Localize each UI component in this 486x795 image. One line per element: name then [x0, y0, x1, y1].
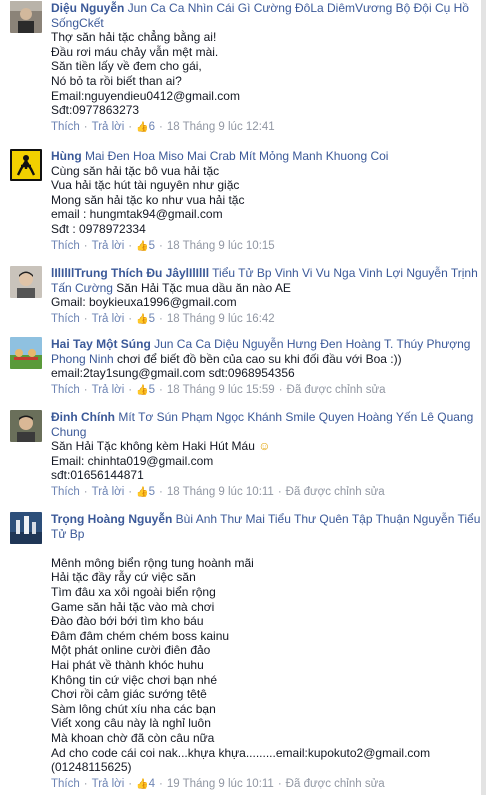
avatar[interactable]	[10, 337, 42, 369]
comment-text-line: Đâm đâm chém chém boss kainu	[51, 628, 230, 643]
avatar[interactable]	[10, 1, 42, 33]
thumbs-up-icon: 👍	[136, 486, 149, 498]
tagged-friends[interactable]: Jun Ca Ca Diệu Nguyễn Hưng Đen Hoàng T. …	[151, 337, 470, 351]
comment-text-line: Gmail: boykieuxa1996@gmail.com	[51, 295, 237, 310]
timestamp[interactable]: 18 Tháng 9 lúc 12:41	[167, 121, 275, 133]
reply-link[interactable]: Trả lời	[92, 486, 125, 498]
comment-text-line: Săn Hải Tặc không kèm Haki Hút Máu	[51, 439, 255, 454]
comment-actions: Thích · Trả lời · 👍6 · 18 Tháng 9 lúc 12:41	[51, 120, 275, 133]
comment-text-line: Game săn hải tặc vào mà chơi	[51, 599, 215, 614]
comment-text-line: Viết xong câu này là nghỉ luôn	[51, 716, 211, 731]
tagged-friends[interactable]: Tấn Cường	[51, 281, 113, 295]
timestamp[interactable]: 18 Tháng 9 lúc 10:11	[167, 486, 274, 498]
avatar[interactable]	[10, 410, 42, 442]
tagged-friends[interactable]: Jun Ca Ca Nhìn Cái Gì Cường ĐôLa DiêmVươ…	[124, 1, 469, 15]
edited-label[interactable]: Đã được chỉnh sửa	[286, 486, 385, 498]
commenter-name[interactable]: lIlIlIlTrung Thích Đu JâylIlIlIl	[51, 266, 209, 280]
thumbs-up-icon: 👍	[136, 778, 149, 790]
like-link[interactable]: Thích	[51, 121, 80, 133]
comment-text-line: Hai phát về thành khóc huhu	[51, 657, 204, 672]
timestamp[interactable]: 19 Tháng 9 lúc 10:11	[167, 778, 274, 790]
comment-text-line: sđt:01656144871	[51, 468, 144, 483]
comment-text: Săn Hải Tặc mua dầu ăn nào AE	[112, 280, 291, 295]
comment-text-line: Thợ săn hải tặc chẳng bằng ai!	[51, 30, 217, 45]
comment-actions: Thích · Trả lời · 👍5 · 18 Tháng 9 lúc 10:15	[51, 239, 275, 252]
comment-text-line: Mênh mông biển rộng tung hoành mãi	[51, 555, 254, 570]
comment-text-line: Vua hải tặc hút tài nguyên như giặc	[51, 178, 240, 193]
comment-text-line: Hải tặc đầy rẫy cứ việc săn	[51, 570, 196, 585]
comment-text-line: Một phát online cười điên đảo	[51, 643, 211, 658]
like-link[interactable]: Thích	[51, 384, 80, 396]
comment-text-line: Sđt : 0978972334	[51, 221, 146, 236]
thumbs-up-icon: 👍	[136, 240, 149, 252]
comment-text-line: (01248115625)	[51, 760, 132, 775]
comment-text-line: Mà khoan chờ đã còn câu nữa	[51, 730, 215, 745]
comment-text-line: Email: chinhta019@gmail.com	[51, 453, 214, 468]
comment-text-line: Tìm đâu xa xôi ngoài biển rộng	[51, 584, 216, 599]
like-count[interactable]: 5	[149, 384, 155, 396]
comment-text-line: Không tin cứ việc chơi bạn nhé	[51, 672, 218, 687]
scrollbar[interactable]	[481, 0, 486, 795]
reply-link[interactable]: Trả lời	[92, 384, 125, 396]
comment-text-line: Đầu rơi máu chảy vẫn mệt mài.	[51, 44, 219, 59]
scrollbar-thumb[interactable]	[481, 0, 486, 795]
timestamp[interactable]: 18 Tháng 9 lúc 15:59	[167, 384, 275, 396]
tagged-friends[interactable]: SốngCkết	[51, 16, 104, 30]
timestamp[interactable]: 18 Tháng 9 lúc 10:15	[167, 240, 275, 252]
comment-text-line: Săn tiền lấy về đem cho gái,	[51, 59, 202, 74]
like-count[interactable]: 5	[149, 240, 155, 252]
edited-label[interactable]: Đã được chỉnh sửa	[286, 778, 385, 790]
comment-actions: Thích · Trả lời · 👍5 · 18 Tháng 9 lúc 15:59 · Đã…	[51, 383, 386, 396]
tagged-friends[interactable]: Tiểu Tử Bp Vinh Vi Vu Nga Vinh Lợi Nguyễ…	[209, 266, 478, 280]
comment-text-line: email : hungmtak94@gmail.com	[51, 207, 223, 222]
comment-text-line: Mong săn hải tặc ko như vua hải tặc	[51, 192, 245, 207]
tagged-friends[interactable]: Phong Ninh	[51, 352, 114, 366]
reply-link[interactable]: Trả lời	[92, 240, 125, 252]
like-link[interactable]: Thích	[51, 240, 80, 252]
like-link[interactable]: Thích	[51, 313, 80, 325]
comment-text-line: Sàm lông chút xíu nha các bạn	[51, 701, 216, 716]
reply-link[interactable]: Trả lời	[92, 778, 125, 790]
thumbs-up-icon: 👍	[136, 121, 149, 133]
tagged-friends[interactable]: Bùi Anh Thư Mai Tiểu Thư Quên Tập	[172, 512, 373, 526]
tagged-friends[interactable]: Mai Đen Hoa Miso Mai Crab Mít Mỏng Manh …	[82, 149, 388, 163]
like-link[interactable]: Thích	[51, 778, 80, 790]
comment-text-line: Email:nguyendieu0412@gmail.com	[51, 88, 240, 103]
comment-actions: Thích · Trả lời · 👍5 · 18 Tháng 9 lúc 10:11 · Đã…	[51, 485, 385, 498]
commenter-name[interactable]: Hùng	[51, 149, 82, 163]
comment-text: chơi để biết đồ bền của cao su khi đối đ…	[113, 351, 402, 366]
timestamp[interactable]: 18 Tháng 9 lúc 16:42	[167, 313, 275, 325]
comment-text-line: Cùng săn hải tặc bô vua hải tặc	[51, 163, 220, 178]
comment-text-line: Sđt:0977863273	[51, 103, 140, 118]
thumbs-up-icon: 👍	[136, 313, 149, 325]
comment-text-line: Nó bỏ ta rồi biết than ai?	[51, 73, 182, 88]
like-link[interactable]: Thích	[51, 486, 80, 498]
like-count[interactable]: 5	[149, 486, 155, 498]
commenter-name[interactable]: Hai Tay Một Súng	[51, 337, 151, 351]
tagged-friends[interactable]: Thuận Nguyễn Tiểu	[373, 512, 481, 526]
tagged-friends[interactable]: Chung	[51, 425, 86, 439]
comment-text-line: Ad cho code cái coi nak...khựa khựa.....…	[51, 745, 431, 760]
thumbs-up-icon: 👍	[136, 384, 149, 396]
comment-actions: Thích · Trả lời · 👍4 · 19 Tháng 9 lúc 10:11 · Đã…	[51, 777, 385, 790]
avatar[interactable]	[10, 149, 42, 181]
edited-label[interactable]: Đã được chỉnh sửa	[287, 384, 386, 396]
comment-text-line: Chơi rồi cảm giác sướng têtê	[51, 687, 207, 702]
commenter-name[interactable]: Trọng Hoàng Nguyễn	[51, 512, 172, 526]
grin-emoji-icon: ☺	[258, 439, 271, 454]
tagged-friends[interactable]: Tử Bp	[51, 527, 84, 541]
like-count[interactable]: 6	[149, 121, 155, 133]
comment-actions: Thích · Trả lời · 👍5 · 18 Tháng 9 lúc 16:42	[51, 312, 275, 325]
commenter-name[interactable]: Diệu Nguyễn	[51, 1, 124, 15]
reply-link[interactable]: Trả lời	[92, 121, 125, 133]
tagged-friends[interactable]: Mít Tơ Sún Phạm Ngọc Khánh Smile Quyen H…	[115, 410, 473, 424]
comment-text-line: email:2tay1sung@gmail.com sdt:0968954356	[51, 366, 295, 381]
like-count[interactable]: 4	[149, 778, 155, 790]
avatar[interactable]	[10, 512, 42, 544]
avatar[interactable]	[10, 266, 42, 298]
reply-link[interactable]: Trả lời	[92, 313, 125, 325]
comment-text-line: Đào đào bới bới tìm kho báu	[51, 614, 204, 629]
commenter-name[interactable]: Đinh Chính	[51, 410, 115, 424]
like-count[interactable]: 5	[149, 313, 155, 325]
